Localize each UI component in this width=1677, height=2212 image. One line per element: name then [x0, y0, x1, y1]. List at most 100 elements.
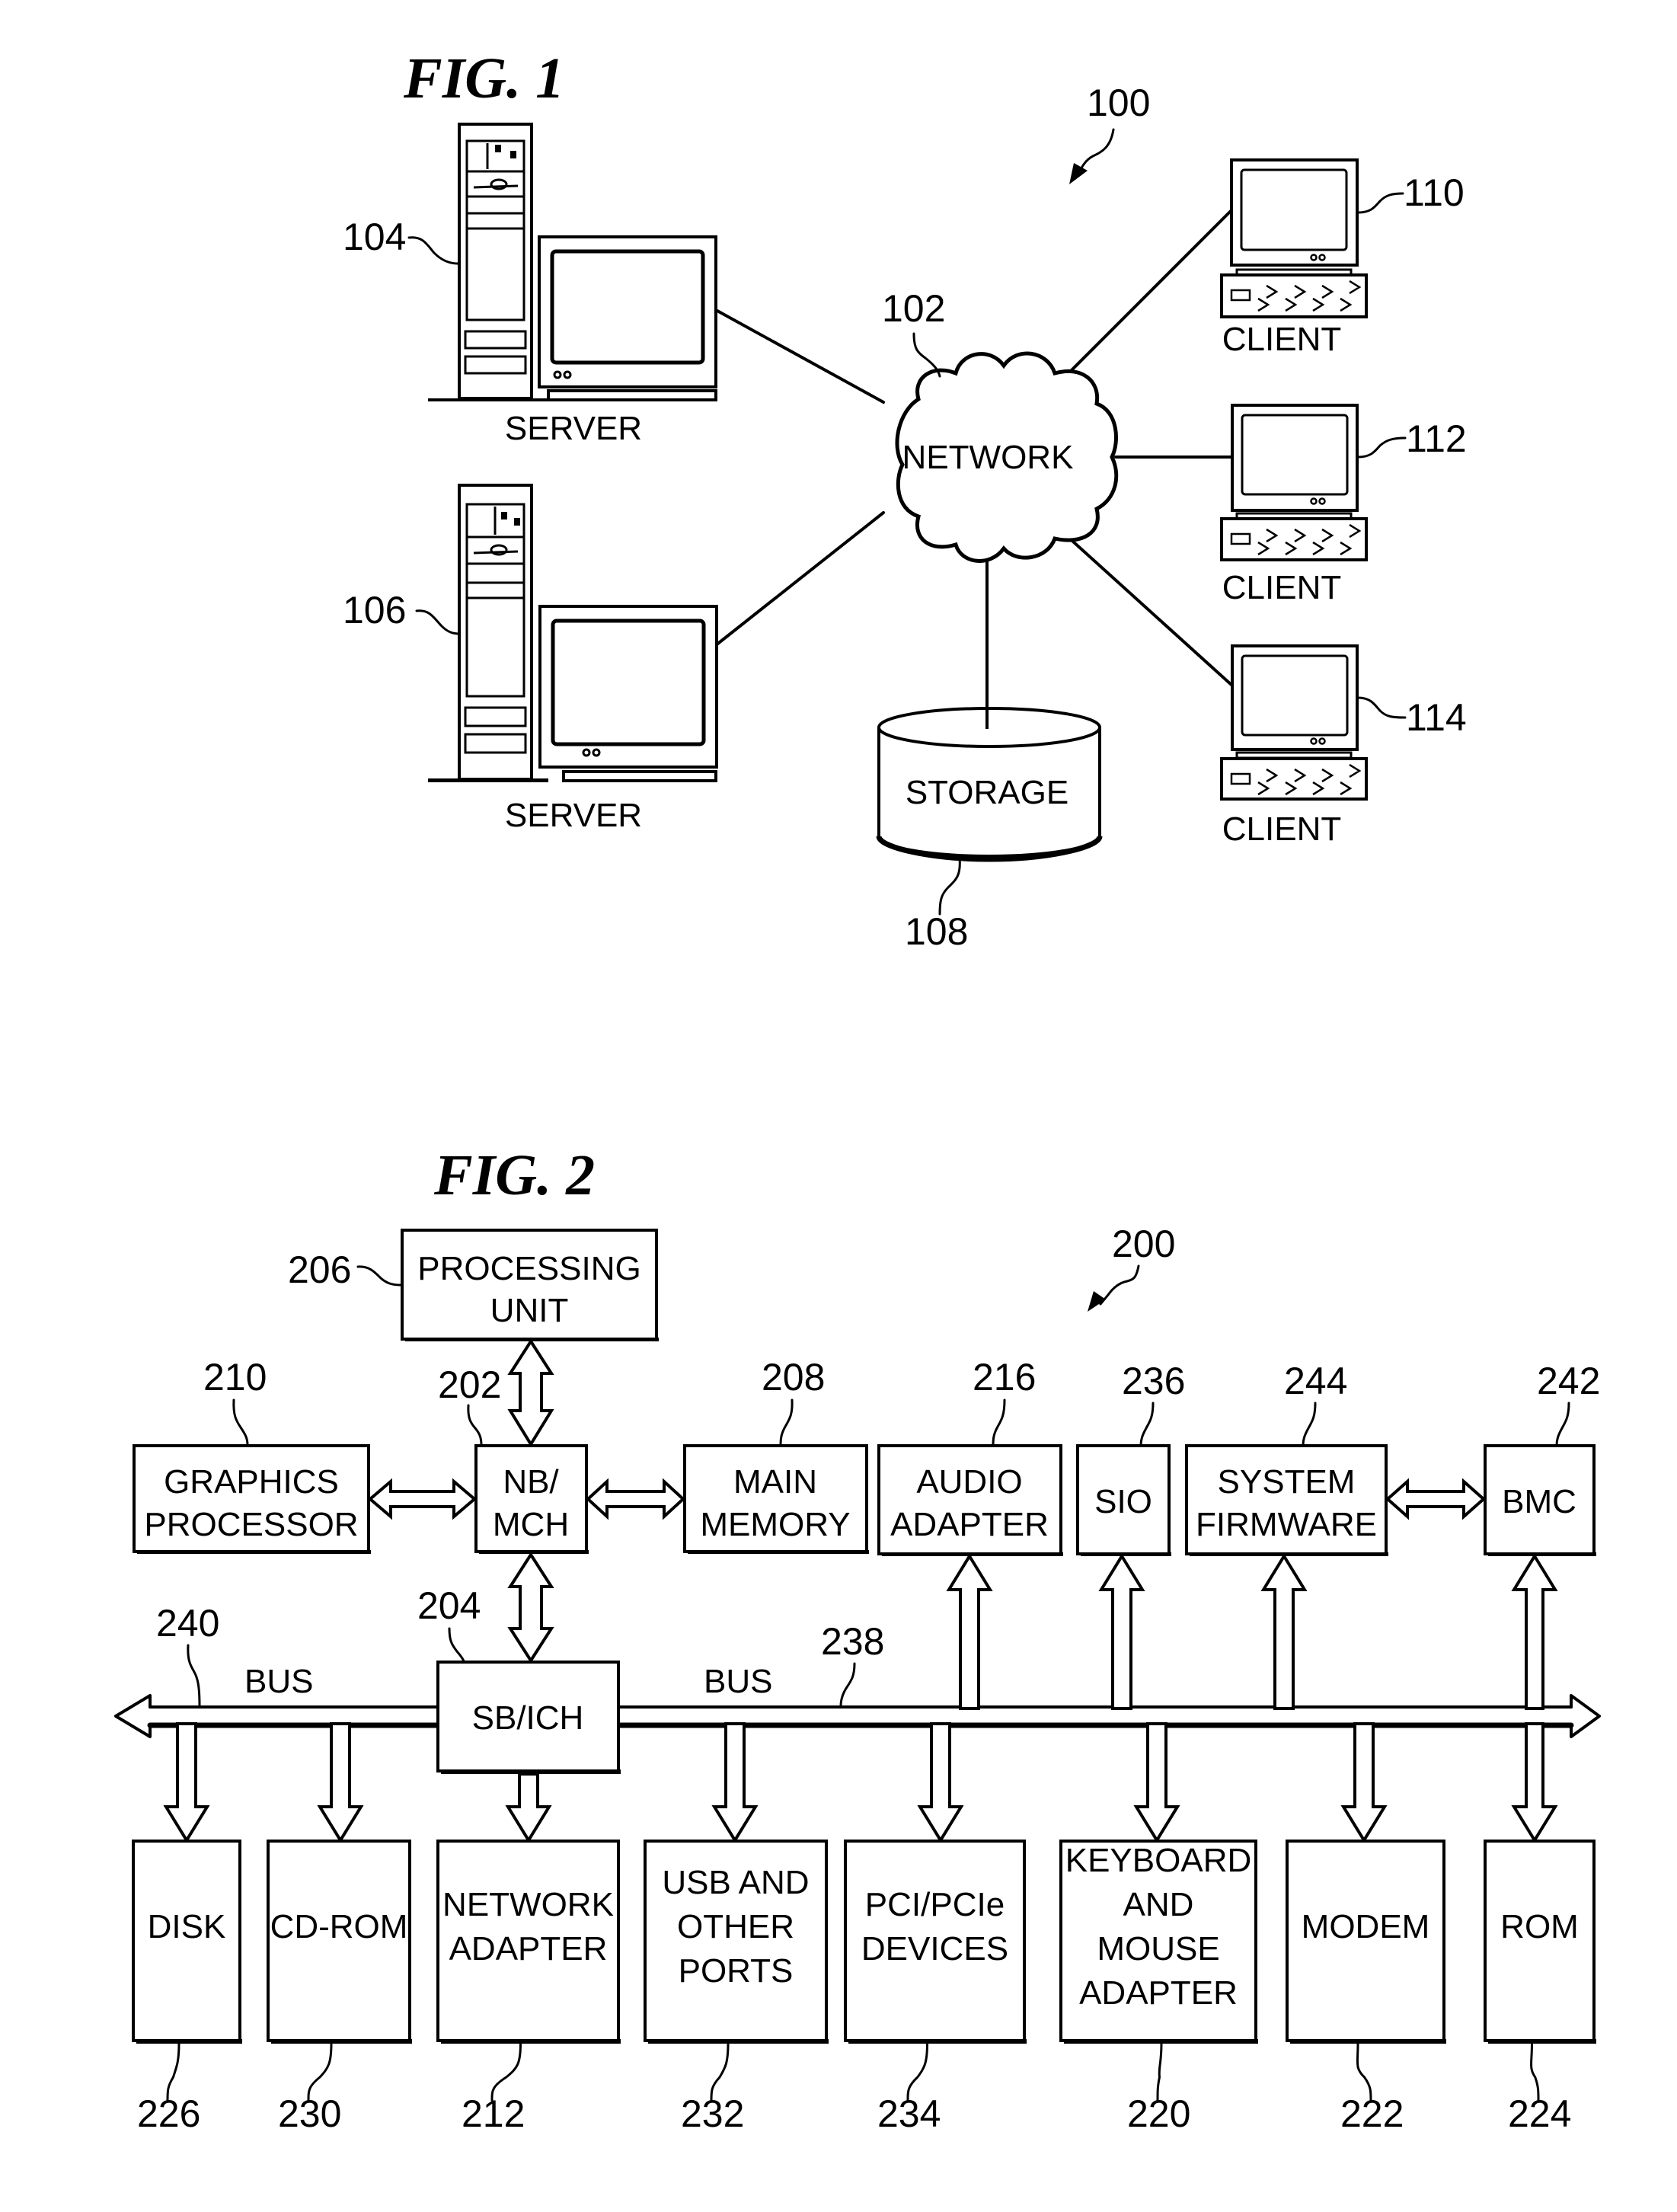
sbich-network-arrow: [505, 1772, 552, 1843]
pci-devices-block: PCI/PCIe DEVICES 234: [844, 1840, 1027, 2135]
usb-ports-label-line-3: PORTS: [679, 1952, 794, 1990]
link-network-client3: [1056, 526, 1234, 687]
server-2-ref: 106: [343, 589, 406, 631]
processing-unit-line-1: PROCESSING: [417, 1250, 640, 1287]
rom-box-shadow: [1488, 2039, 1596, 2044]
disk-ref: 226: [137, 2092, 200, 2135]
fig2-ref-200-leader: [1099, 1264, 1140, 1306]
rom-ref: 224: [1508, 2092, 1571, 2135]
graphics-ref-leader: [232, 1398, 249, 1446]
bus-left-label: BUS: [244, 1663, 313, 1700]
processing-unit-ref-leader: [356, 1265, 403, 1287]
audio-ref: 216: [973, 1356, 1036, 1398]
graphics-line-1: GRAPHICS: [164, 1463, 339, 1501]
client-3-label: CLIENT: [1222, 810, 1341, 848]
server-1-ref: 104: [343, 216, 406, 258]
audio-line-1: AUDIO: [916, 1463, 1022, 1501]
link-network-client1: [1053, 209, 1233, 388]
firmware-ref-leader: [1302, 1402, 1317, 1446]
client-3: CLIENT 114: [1220, 644, 1467, 848]
sb-ich-line-1: SB/ICH: [472, 1699, 584, 1737]
bus-audio-arrow: [946, 1553, 993, 1710]
client-monitor-icon: [1231, 644, 1359, 759]
processing-unit-line-2: UNIT: [490, 1292, 569, 1329]
network-adapter-block: NETWORK ADAPTER 212: [436, 1840, 621, 2135]
sio-block: SIO: [1076, 1444, 1171, 1556]
sb-ich-block: SB/ICH: [436, 1661, 621, 1774]
rom-block: ROM 224: [1484, 1840, 1596, 2135]
usb-ports-ref: 232: [681, 2092, 744, 2135]
client-1-label: CLIENT: [1222, 321, 1341, 358]
server-2-ref-leader: [415, 609, 461, 635]
figure-1: FIG. 1 100 NETWORK 102 SERVER 104 SERVER…: [343, 46, 1467, 953]
cd-rom-box-shadow: [271, 2039, 412, 2044]
bus-right-label: BUS: [704, 1663, 772, 1700]
usb-ports-ref-leader: [710, 2042, 730, 2102]
network-label: NETWORK: [902, 439, 1074, 476]
network-adapter-ref: 212: [462, 2092, 525, 2135]
network-adapter-label-line-1: NETWORK: [442, 1886, 614, 1923]
client-1-ref: 110: [1404, 171, 1465, 214]
keyboard-mouse-adapter-label-line-3: MOUSE: [1097, 1930, 1219, 1967]
bus-rom-arrow: [1511, 1722, 1558, 1843]
sb-ich-ref-leader: [448, 1627, 465, 1663]
pci-devices-box-shadow: [848, 2039, 1027, 2044]
link-server1-network: [714, 308, 885, 404]
cd-rom-ref-leader: [307, 2042, 333, 2102]
main-memory-block: MAIN MEMORY: [683, 1444, 869, 1554]
nb-mch-block: NB/ MCH: [474, 1444, 589, 1554]
fig2-title: FIG. 2: [433, 1143, 595, 1207]
keyboard-mouse-adapter-block: KEYBOARD AND MOUSE ADAPTER 220: [1059, 1840, 1258, 2135]
server-monitor-icon: [538, 235, 717, 401]
bus-sio-arrow: [1098, 1553, 1145, 1710]
fig1-title: FIG. 1: [403, 46, 564, 110]
modem-label-line-1: MODEM: [1302, 1908, 1430, 1945]
nb-mch-ref-leader: [467, 1404, 483, 1446]
usb-ports-block: USB AND OTHER PORTS 232: [644, 1840, 829, 2135]
bus-right-ref-leader: [839, 1662, 856, 1708]
server-2: SERVER 106: [343, 484, 718, 834]
client-1: CLIENT 110: [1220, 158, 1465, 358]
server-1: SERVER 104: [343, 123, 717, 447]
main-memory-ref-leader: [779, 1398, 794, 1446]
graphics-processor-block: GRAPHICS PROCESSOR: [133, 1444, 371, 1554]
nbmch-sbich-double-arrow: [507, 1552, 554, 1664]
keyboard-mouse-adapter-ref-leader: [1156, 2042, 1163, 2102]
network-adapter-box-shadow: [441, 2039, 621, 2044]
graphics-ref: 210: [203, 1356, 267, 1398]
figure-2: FIG. 2 200 PROCESSING UNIT 206 GRAPHICS …: [114, 1143, 1601, 2135]
modem-block: MODEM 222: [1286, 1840, 1446, 2135]
keyboard-icon: [1220, 273, 1368, 318]
server-tower-icon: [428, 484, 548, 782]
system-firmware-block: SYSTEM FIRMWARE: [1185, 1444, 1388, 1556]
client-2-ref-leader: [1356, 436, 1407, 459]
bmc-line-1: BMC: [1502, 1483, 1576, 1520]
main-memory-line-2: MEMORY: [700, 1506, 850, 1543]
pci-devices-label-line-2: DEVICES: [861, 1930, 1008, 1967]
keyboard-icon: [1220, 757, 1368, 801]
storage-ref-leader: [938, 856, 961, 916]
server-monitor-icon: [538, 605, 718, 782]
client-3-ref-leader: [1356, 696, 1407, 719]
patent-drawing: FIG. 1 100 NETWORK 102 SERVER 104 SERVER…: [114, 46, 1601, 2135]
disk-ref-leader: [166, 2042, 180, 2102]
processing-unit-block: PROCESSING UNIT: [401, 1229, 659, 1341]
keyboard-icon: [1220, 517, 1368, 561]
bus-bmc-arrow: [1511, 1553, 1558, 1710]
client-monitor-icon: [1230, 158, 1359, 276]
network-adapter-ref-leader: [490, 2042, 522, 2102]
sio-line-1: SIO: [1094, 1483, 1152, 1520]
firmware-ref: 244: [1284, 1360, 1347, 1402]
network-cloud: NETWORK: [895, 351, 1119, 563]
server-1-ref-leader: [407, 236, 459, 265]
modem-box-shadow: [1290, 2039, 1446, 2044]
main-memory-ref: 208: [762, 1356, 825, 1398]
client-monitor-icon: [1231, 404, 1359, 520]
client-3-ref: 114: [1406, 696, 1467, 739]
keyboard-mouse-adapter-label-line-1: KEYBOARD: [1065, 1842, 1252, 1879]
audio-line-2: ADAPTER: [890, 1506, 1049, 1543]
cd-rom-block: CD-ROM 230: [267, 1840, 412, 2135]
fig1-ref-100: 100: [1087, 82, 1150, 124]
rom-ref-leader: [1530, 2042, 1540, 2102]
fig1-ref-100-arrowhead: [1069, 163, 1088, 184]
